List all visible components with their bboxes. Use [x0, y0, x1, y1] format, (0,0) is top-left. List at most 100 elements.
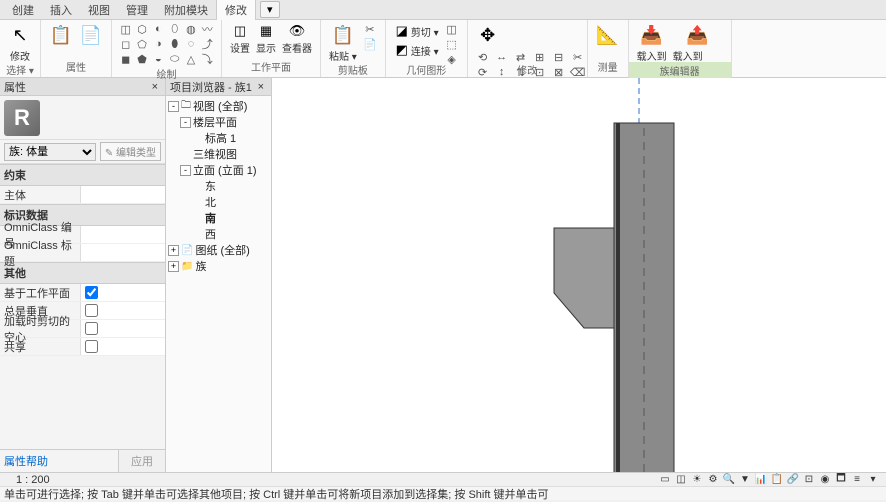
status-icon[interactable]: ◉: [818, 474, 832, 486]
set-button[interactable]: ◫设置: [228, 22, 252, 56]
draw-tool-icon[interactable]: ⤴: [200, 37, 215, 51]
tab-overflow[interactable]: ▾: [260, 1, 280, 18]
measure-button[interactable]: 📐: [594, 22, 622, 48]
tree-node[interactable]: 西: [168, 226, 269, 242]
draw-tool-icon[interactable]: ◒: [151, 52, 166, 66]
status-icon[interactable]: ≡: [850, 474, 864, 486]
apply-button[interactable]: 应用: [118, 450, 165, 472]
draw-tool-icon[interactable]: △: [183, 52, 198, 66]
ribbon-group-select: ↖ 修改 选择 ▾: [0, 20, 41, 77]
group-label: 工作平面: [228, 59, 314, 75]
props-value[interactable]: [80, 320, 165, 337]
geo-mini-2-icon[interactable]: ⬚: [443, 37, 461, 51]
props-value[interactable]: [80, 284, 165, 301]
props-checkbox[interactable]: [85, 304, 98, 317]
properties-button[interactable]: 📋: [47, 22, 75, 48]
props-value[interactable]: [80, 302, 165, 319]
expand-icon[interactable]: -: [168, 101, 179, 112]
status-icon[interactable]: ◫: [674, 474, 688, 486]
props-value[interactable]: [80, 338, 165, 355]
props-row: 共享: [0, 338, 165, 356]
cut-geo-button[interactable]: ◪剪切 ▾: [392, 22, 441, 40]
props-checkbox[interactable]: [85, 322, 98, 335]
type-button[interactable]: 📄: [77, 22, 105, 48]
status-icon[interactable]: 📊: [754, 474, 768, 486]
family-type-select[interactable]: 族: 体量: [4, 143, 96, 161]
properties-help-link[interactable]: 属性帮助: [0, 450, 118, 472]
draw-tool-icon[interactable]: 〰: [200, 22, 215, 36]
props-value[interactable]: [80, 226, 165, 243]
props-input[interactable]: [85, 229, 161, 241]
tree-node[interactable]: 东: [168, 178, 269, 194]
draw-tool-icon[interactable]: ◍: [183, 22, 198, 36]
draw-tool-icon[interactable]: ◻: [118, 37, 133, 51]
draw-tool-icon[interactable]: ◫: [118, 22, 133, 36]
status-icon[interactable]: ▼: [738, 474, 752, 486]
edit-type-button[interactable]: ✎ 编辑类型: [100, 142, 161, 161]
status-icon[interactable]: ☀: [690, 474, 704, 486]
viewer-button[interactable]: 👁查看器: [280, 22, 314, 56]
draw-tool-icon[interactable]: ⬯: [167, 22, 182, 36]
tree-node[interactable]: -楼层平面: [168, 114, 269, 130]
geo-mini-1-icon[interactable]: ◫: [443, 22, 461, 36]
draw-tool-icon[interactable]: ⤵: [200, 52, 215, 66]
close-icon[interactable]: ×: [149, 81, 161, 93]
tree-node[interactable]: +📁族: [168, 258, 269, 274]
close-icon[interactable]: ×: [255, 81, 267, 93]
tree-node[interactable]: -立面 (立面 1): [168, 162, 269, 178]
props-value[interactable]: [80, 244, 165, 261]
menu-bar: 创建 插入 视图 管理 附加模块 修改 ▾: [0, 0, 886, 20]
load-icon: 📥: [640, 23, 664, 47]
expand-icon[interactable]: -: [180, 165, 191, 176]
draw-tool-icon[interactable]: ◐: [151, 22, 166, 36]
tab-view[interactable]: 视图: [80, 0, 118, 20]
status-icon[interactable]: 📋: [770, 474, 784, 486]
expand-icon[interactable]: -: [180, 117, 191, 128]
cut-icon[interactable]: ✂: [361, 22, 379, 36]
status-icon[interactable]: ⊡: [802, 474, 816, 486]
properties-grid: 约束主体标识数据OmniClass 编号OmniClass 标题其他基于工作平面…: [0, 164, 165, 449]
paste-button[interactable]: 📋粘贴 ▾: [327, 22, 359, 64]
expand-icon[interactable]: +: [168, 245, 179, 256]
draw-tool-icon[interactable]: ⬟: [134, 52, 149, 66]
scale-display[interactable]: 1 : 200: [16, 474, 50, 486]
measure-icon: 📐: [596, 23, 620, 47]
props-checkbox[interactable]: [85, 340, 98, 353]
draw-tool-icon[interactable]: ◌: [183, 37, 198, 51]
tree-label: 立面 (立面 1): [193, 162, 257, 178]
tree-node[interactable]: 南: [168, 210, 269, 226]
status-icon[interactable]: ▾: [866, 474, 880, 486]
status-icon[interactable]: ▭: [658, 474, 672, 486]
draw-tool-icon[interactable]: ⬮: [167, 37, 182, 51]
status-icon[interactable]: 🔗: [786, 474, 800, 486]
ribbon: ↖ 修改 选择 ▾ 📋 📄 属性 ◫⬡◐⬯◍〰◻⬠◑⬮◌⤴◼⬟◒⬭△⤵ 绘制 ◫…: [0, 20, 886, 78]
props-icon: 📋: [49, 23, 73, 47]
show-button[interactable]: ▦显示: [254, 22, 278, 56]
tab-manage[interactable]: 管理: [118, 0, 156, 20]
draw-tool-icon[interactable]: ◼: [118, 52, 133, 66]
expand-icon[interactable]: +: [168, 261, 179, 272]
move-button[interactable]: ✥: [474, 22, 502, 48]
status-icon[interactable]: ⚙: [706, 474, 720, 486]
draw-tool-icon[interactable]: ⬭: [167, 52, 182, 66]
tab-insert[interactable]: 插入: [42, 0, 80, 20]
tree-node[interactable]: +📄图纸 (全部): [168, 242, 269, 258]
tree-node[interactable]: 三维视图: [168, 146, 269, 162]
tree-node[interactable]: 标高 1: [168, 130, 269, 146]
tab-modify[interactable]: 修改: [216, 0, 256, 20]
join-geo-button[interactable]: ◩连接 ▾: [392, 41, 441, 59]
props-value[interactable]: [80, 186, 165, 203]
tab-addons[interactable]: 附加模块: [156, 0, 216, 20]
tree-node[interactable]: 北: [168, 194, 269, 210]
draw-tool-icon[interactable]: ◑: [151, 37, 166, 51]
copy-icon[interactable]: 📄: [361, 37, 379, 51]
drawing-canvas[interactable]: [272, 78, 886, 472]
draw-tool-icon[interactable]: ⬡: [134, 22, 149, 36]
draw-tool-icon[interactable]: ⬠: [134, 37, 149, 51]
modify-button[interactable]: ↖ 修改: [6, 22, 34, 64]
tab-create[interactable]: 创建: [4, 0, 42, 20]
tree-node[interactable]: -🗀视图 (全部): [168, 98, 269, 114]
props-checkbox[interactable]: [85, 286, 98, 299]
status-icon[interactable]: 🔍: [722, 474, 736, 486]
status-icon[interactable]: 🗖: [834, 474, 848, 486]
